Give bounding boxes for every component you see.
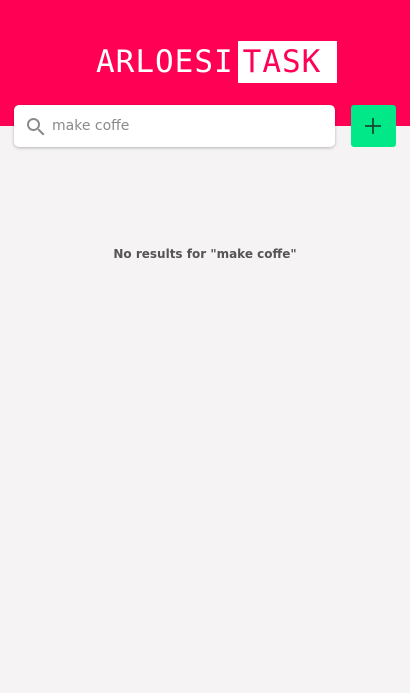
search-input[interactable] [52, 105, 328, 147]
logo-text-task: TASK [237, 41, 338, 83]
no-results-message: No results for "make coffe" [113, 247, 297, 261]
logo-text-arloesi: ARLOESI [96, 44, 234, 80]
search-icon [27, 118, 45, 136]
add-task-button[interactable] [351, 105, 396, 147]
search-bar [14, 105, 335, 147]
app-logo: ARLOESI TASK [96, 41, 338, 83]
plus-icon [365, 118, 381, 134]
